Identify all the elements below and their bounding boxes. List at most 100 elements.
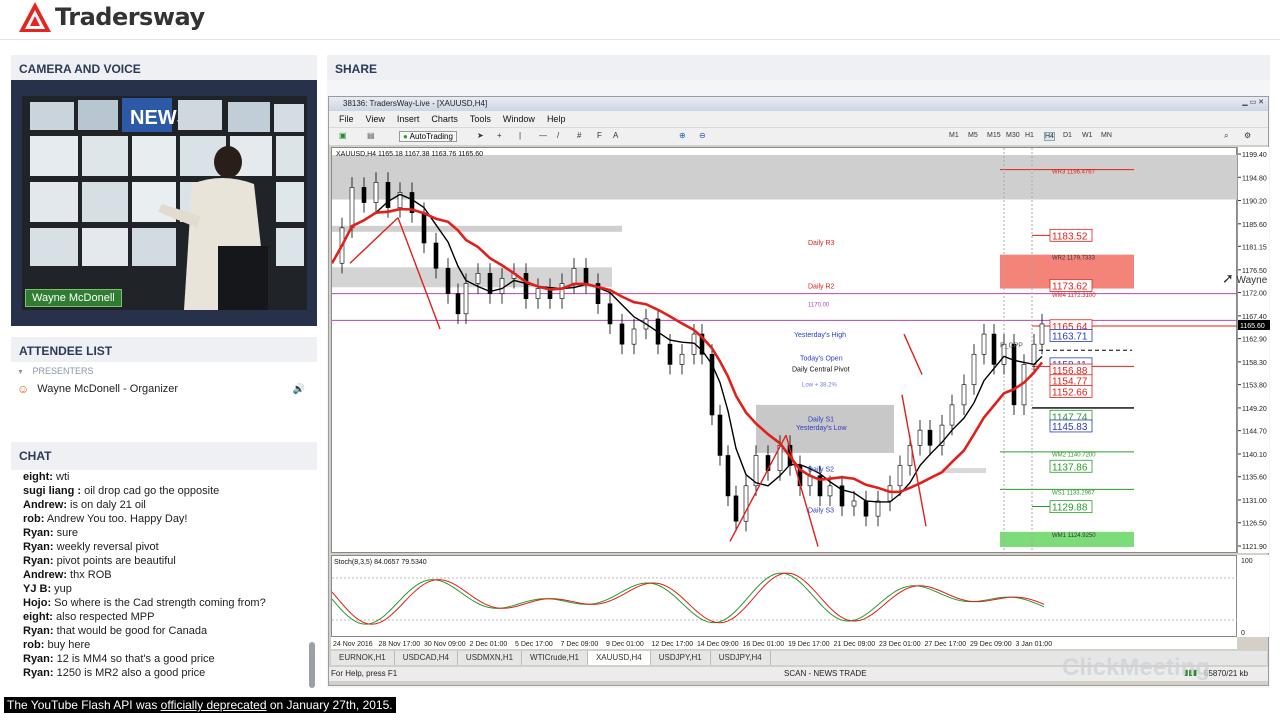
candle-body	[927, 429, 933, 446]
label-daily-s1: Daily S1	[808, 417, 834, 424]
candle-body	[981, 333, 987, 355]
speaker-icon[interactable]: 🔊	[293, 384, 305, 395]
label-daily-r3: Daily R3	[808, 240, 835, 247]
price-tick-label: 1172.00	[1242, 291, 1267, 298]
attendee-row[interactable]: ☺ Wayne McDonell - Organizer 🔊	[11, 380, 317, 398]
time-tick-label: 2 Dec 01:00	[470, 641, 508, 648]
menu-file[interactable]: File	[339, 114, 354, 124]
chart-tab[interactable]: WTICrude,H1	[522, 651, 588, 665]
menu-charts[interactable]: Charts	[431, 114, 458, 124]
chat-username: YJ B:	[23, 583, 52, 595]
chat-username: Hojo:	[23, 597, 52, 609]
candle-body	[463, 283, 469, 315]
candle-body	[887, 485, 893, 502]
stoch-tick-label: 0	[1241, 630, 1245, 637]
autotrading-label: AutoTrading	[409, 132, 453, 141]
chat-text: 1250 is MR2 also a good price	[53, 667, 206, 679]
chat-username: Ryan:	[23, 625, 54, 637]
menu-window[interactable]: Window	[503, 114, 535, 124]
crosshair-icon[interactable]: +	[497, 131, 502, 140]
candle-body	[971, 353, 977, 385]
chat-username: eight:	[23, 611, 53, 623]
chart-tab[interactable]: USDMXN,H1	[458, 651, 523, 665]
time-tick-label: 28 Nov 17:00	[379, 641, 421, 648]
timeframe-h1[interactable]: H1	[1025, 132, 1034, 139]
presenter-name-tag: Wayne McDonell	[25, 289, 122, 307]
candle-body	[733, 495, 739, 522]
chat-username: Ryan:	[23, 541, 54, 553]
candle-body	[725, 455, 731, 497]
stochastic-pane[interactable]: Stoch(8,3,5) 84.0657 79.5340	[331, 555, 1238, 637]
candle-body	[559, 283, 565, 299]
timeframe-h4[interactable]: H4	[1044, 132, 1055, 141]
cursor-tool-icon[interactable]: ➤	[477, 131, 484, 140]
level-box-value: 1137.86	[1052, 462, 1088, 473]
time-tick-label: 7 Dec 09:00	[561, 641, 599, 648]
timeframe-d1[interactable]: D1	[1063, 132, 1072, 139]
level-box-value: 1173.62	[1052, 281, 1088, 292]
deprecated-link[interactable]: officially deprecated	[161, 698, 267, 712]
text-tool-icon[interactable]: A	[613, 131, 618, 140]
price-chart[interactable]: XAUUSD,H4 1165.18 1167.38 1163.76 1165.6…	[330, 147, 1238, 554]
time-tick-label: 19 Dec 17:00	[788, 641, 830, 648]
presenters-group-label: PRESENTERS	[32, 366, 94, 376]
top-bar: Tradersway	[0, 0, 1280, 40]
attendee-list-header: ATTENDEE LIST	[11, 337, 317, 365]
timeframe-m15[interactable]: M15	[987, 132, 1001, 139]
horizontal-line-icon[interactable]: —	[539, 131, 547, 140]
chat-message: Ryan: pivot points are beautiful	[11, 554, 317, 568]
stoch-main-line	[331, 572, 1045, 625]
candle-body	[421, 212, 427, 244]
label-p-cpp: P_CPP	[1000, 343, 1023, 350]
zoom-in-icon[interactable]: ⊕	[679, 131, 686, 140]
price-tick-label: 1194.80	[1242, 175, 1267, 182]
profiles-icon[interactable]: ▤	[367, 131, 375, 140]
menu-insert[interactable]: Insert	[397, 114, 420, 124]
autotrading-button[interactable]: ● AutoTrading	[399, 131, 457, 142]
trendline-icon[interactable]: /	[557, 131, 559, 140]
chart-tab[interactable]: EURNOK,H1	[331, 651, 395, 665]
chart-tab[interactable]: USDJPY,H4	[711, 651, 771, 665]
candle-body	[361, 187, 367, 203]
price-tick-label: 1190.20	[1242, 199, 1267, 206]
current-price-label: 1165.60	[1240, 323, 1265, 330]
time-axis-svg: 24 Nov 2016 28 Nov 17:00 30 Nov 09:00 2 Dec…	[333, 641, 1053, 648]
time-tick-label: 5 Dec 17:00	[515, 641, 553, 648]
collapse-triangle-icon[interactable]: ▼	[17, 369, 24, 376]
chart-tab[interactable]: USDJPY,H1	[651, 651, 711, 665]
chart-tab[interactable]: USDCAD,H4	[395, 651, 458, 665]
timeframe-mn[interactable]: MN	[1101, 132, 1112, 139]
presenters-group[interactable]: ▼ PRESENTERS	[11, 362, 317, 380]
chat-message: rob: Andrew You too. Happy Day!	[11, 512, 317, 526]
fibonacci-icon[interactable]: F	[597, 131, 602, 140]
vertical-line-icon[interactable]: |	[519, 131, 521, 140]
window-controls[interactable]: ▁ ▭ ✕	[1242, 98, 1264, 106]
price-chart-svg: XAUUSD,H4 1165.18 1167.38 1163.76 1165.6…	[330, 148, 1238, 554]
timeframe-w1[interactable]: W1	[1082, 132, 1093, 139]
chat-message: Andrew: thx ROB	[11, 568, 317, 582]
menu-view[interactable]: View	[366, 114, 385, 124]
menu-help[interactable]: Help	[547, 114, 566, 124]
settings-icon[interactable]: ⚙	[1244, 131, 1251, 140]
time-tick-label: 12 Dec 17:00	[652, 641, 694, 648]
chat-username: Ryan:	[23, 667, 54, 679]
candle-body	[991, 333, 997, 365]
chat-scrollbar[interactable]	[309, 642, 315, 688]
chat-username: sugi liang :	[23, 485, 82, 497]
timeframe-m5[interactable]: M5	[968, 132, 978, 139]
time-tick-label: 27 Dec 17:00	[925, 641, 967, 648]
channel-icon[interactable]: #	[577, 131, 581, 140]
chart-tab[interactable]: XAUUSD,H4	[587, 651, 651, 665]
chat-panel: eight: wti sugi liang : oil drop cad go t…	[11, 470, 317, 690]
zoom-out-icon[interactable]: ⊖	[699, 131, 706, 140]
menu-tools[interactable]: Tools	[470, 114, 491, 124]
search-icon[interactable]: ⌕	[1224, 131, 1228, 141]
price-tick-label: 1162.90	[1242, 337, 1267, 344]
chat-message: eight: also respected MPP	[11, 610, 317, 624]
time-tick-label: 3 Jan 01:00	[1016, 641, 1053, 648]
timeframe-m1[interactable]: M1	[949, 132, 959, 139]
new-chart-icon[interactable]: ▣	[339, 131, 347, 140]
timeframe-m30[interactable]: M30	[1006, 132, 1020, 139]
candle-body	[917, 429, 923, 446]
candle-body	[433, 242, 439, 269]
